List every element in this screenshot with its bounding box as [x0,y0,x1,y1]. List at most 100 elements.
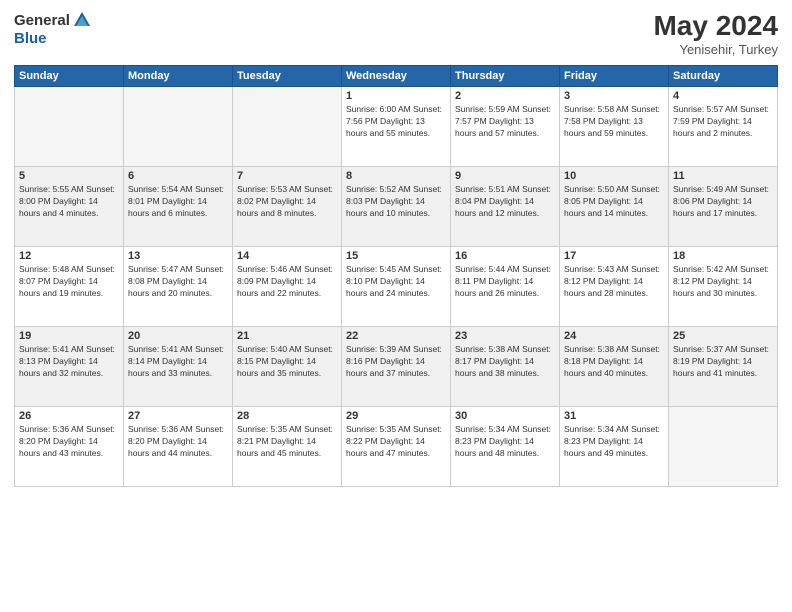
title-block: May 2024 Yenisehir, Turkey [653,10,778,57]
day-detail: Sunrise: 5:55 AM Sunset: 8:00 PM Dayligh… [19,184,119,220]
day-detail: Sunrise: 5:34 AM Sunset: 8:23 PM Dayligh… [455,424,555,460]
day-number: 15 [346,250,446,262]
header-thursday: Thursday [451,66,560,87]
day-cell-3-3: 22 Sunrise: 5:39 AM Sunset: 8:16 PM Dayli… [342,327,451,407]
day-cell-0-5: 3 Sunrise: 5:58 AM Sunset: 7:58 PM Daylig… [560,87,669,167]
day-number: 14 [237,250,337,262]
day-number: 7 [237,170,337,182]
day-number: 21 [237,330,337,342]
day-detail: Sunrise: 5:41 AM Sunset: 8:14 PM Dayligh… [128,344,228,380]
day-number: 20 [128,330,228,342]
header: General Blue May 2024 Yenisehir, Turkey [14,10,778,57]
day-cell-0-2 [233,87,342,167]
header-saturday: Saturday [669,66,778,87]
day-number: 9 [455,170,555,182]
day-number: 13 [128,250,228,262]
day-cell-2-5: 17 Sunrise: 5:43 AM Sunset: 8:12 PM Dayli… [560,247,669,327]
day-cell-3-2: 21 Sunrise: 5:40 AM Sunset: 8:15 PM Dayli… [233,327,342,407]
header-tuesday: Tuesday [233,66,342,87]
day-number: 27 [128,410,228,422]
day-detail: Sunrise: 5:37 AM Sunset: 8:19 PM Dayligh… [673,344,773,380]
day-detail: Sunrise: 5:58 AM Sunset: 7:58 PM Dayligh… [564,104,664,140]
week-row-2: 12 Sunrise: 5:48 AM Sunset: 8:07 PM Dayli… [15,247,778,327]
day-cell-1-3: 8 Sunrise: 5:52 AM Sunset: 8:03 PM Daylig… [342,167,451,247]
day-detail: Sunrise: 5:47 AM Sunset: 8:08 PM Dayligh… [128,264,228,300]
day-detail: Sunrise: 5:46 AM Sunset: 8:09 PM Dayligh… [237,264,337,300]
day-cell-0-6: 4Sunrise: 5:57 AM Sunset: 7:59 PM Daylig… [669,87,778,167]
day-number: 6 [128,170,228,182]
day-number: 17 [564,250,664,262]
day-number: 25 [673,330,773,342]
day-detail: Sunrise: 5:48 AM Sunset: 8:07 PM Dayligh… [19,264,119,300]
day-cell-4-2: 28Sunrise: 5:35 AM Sunset: 8:21 PM Dayli… [233,407,342,487]
day-detail: Sunrise: 5:40 AM Sunset: 8:15 PM Dayligh… [237,344,337,380]
day-number: 2 [455,90,555,102]
day-number: 5 [19,170,119,182]
day-cell-3-5: 24 Sunrise: 5:38 AM Sunset: 8:18 PM Dayli… [560,327,669,407]
day-cell-2-2: 14 Sunrise: 5:46 AM Sunset: 8:09 PM Dayli… [233,247,342,327]
day-number: 16 [455,250,555,262]
day-cell-1-5: 10 Sunrise: 5:50 AM Sunset: 8:05 PM Dayli… [560,167,669,247]
day-detail: Sunrise: 5:53 AM Sunset: 8:02 PM Dayligh… [237,184,337,220]
day-detail: Sunrise: 5:57 AM Sunset: 7:59 PM Dayligh… [673,104,773,140]
day-cell-3-1: 20 Sunrise: 5:41 AM Sunset: 8:14 PM Dayli… [124,327,233,407]
header-wednesday: Wednesday [342,66,451,87]
day-cell-4-5: 31 Sunrise: 5:34 AM Sunset: 8:23 PM Dayli… [560,407,669,487]
title-month: May 2024 [653,10,778,42]
week-row-3: 19 Sunrise: 5:41 AM Sunset: 8:13 PM Dayli… [15,327,778,407]
header-monday: Monday [124,66,233,87]
day-cell-1-2: 7 Sunrise: 5:53 AM Sunset: 8:02 PM Daylig… [233,167,342,247]
day-cell-2-0: 12 Sunrise: 5:48 AM Sunset: 8:07 PM Dayli… [15,247,124,327]
day-detail: Sunrise: 5:43 AM Sunset: 8:12 PM Dayligh… [564,264,664,300]
day-detail: Sunrise: 5:38 AM Sunset: 8:17 PM Dayligh… [455,344,555,380]
day-number: 23 [455,330,555,342]
day-detail: Sunrise: 5:44 AM Sunset: 8:11 PM Dayligh… [455,264,555,300]
day-cell-4-3: 29Sunrise: 5:35 AM Sunset: 8:22 PM Dayli… [342,407,451,487]
weekday-header-row: Sunday Monday Tuesday Wednesday Thursday… [15,66,778,87]
day-detail: Sunrise: 5:39 AM Sunset: 8:16 PM Dayligh… [346,344,446,380]
day-number: 30 [455,410,555,422]
day-detail: Sunrise: 5:50 AM Sunset: 8:05 PM Dayligh… [564,184,664,220]
day-detail: Sunrise: 5:59 AM Sunset: 7:57 PM Dayligh… [455,104,555,140]
day-number: 24 [564,330,664,342]
day-cell-4-6 [669,407,778,487]
day-detail: Sunrise: 5:52 AM Sunset: 8:03 PM Dayligh… [346,184,446,220]
day-cell-3-4: 23 Sunrise: 5:38 AM Sunset: 8:17 PM Dayli… [451,327,560,407]
day-cell-0-3: 1Sunrise: 6:00 AM Sunset: 7:56 PM Daylig… [342,87,451,167]
day-detail: Sunrise: 5:38 AM Sunset: 8:18 PM Dayligh… [564,344,664,380]
day-cell-4-1: 27Sunrise: 5:36 AM Sunset: 8:20 PM Dayli… [124,407,233,487]
day-cell-1-6: 11Sunrise: 5:49 AM Sunset: 8:06 PM Dayli… [669,167,778,247]
day-cell-1-0: 5 Sunrise: 5:55 AM Sunset: 8:00 PM Daylig… [15,167,124,247]
week-row-1: 5 Sunrise: 5:55 AM Sunset: 8:00 PM Daylig… [15,167,778,247]
day-cell-2-4: 16 Sunrise: 5:44 AM Sunset: 8:11 PM Dayli… [451,247,560,327]
page: General Blue May 2024 Yenisehir, Turkey … [0,0,792,612]
day-detail: Sunrise: 5:35 AM Sunset: 8:21 PM Dayligh… [237,424,337,460]
day-number: 3 [564,90,664,102]
day-number: 11 [673,170,773,182]
day-number: 19 [19,330,119,342]
day-detail: Sunrise: 5:34 AM Sunset: 8:23 PM Dayligh… [564,424,664,460]
day-number: 22 [346,330,446,342]
day-number: 10 [564,170,664,182]
logo-blue-text: Blue [14,30,47,47]
header-friday: Friday [560,66,669,87]
day-cell-3-6: 25 Sunrise: 5:37 AM Sunset: 8:19 PM Dayli… [669,327,778,407]
day-detail: Sunrise: 5:41 AM Sunset: 8:13 PM Dayligh… [19,344,119,380]
calendar: Sunday Monday Tuesday Wednesday Thursday… [14,65,778,487]
week-row-4: 26 Sunrise: 5:36 AM Sunset: 8:20 PM Dayli… [15,407,778,487]
day-number: 26 [19,410,119,422]
day-number: 18 [673,250,773,262]
day-cell-1-1: 6Sunrise: 5:54 AM Sunset: 8:01 PM Daylig… [124,167,233,247]
day-number: 31 [564,410,664,422]
day-cell-0-1 [124,87,233,167]
day-number: 29 [346,410,446,422]
day-number: 1 [346,90,446,102]
title-location: Yenisehir, Turkey [653,42,778,57]
week-row-0: 1Sunrise: 6:00 AM Sunset: 7:56 PM Daylig… [15,87,778,167]
logo-icon [72,10,92,30]
day-detail: Sunrise: 5:51 AM Sunset: 8:04 PM Dayligh… [455,184,555,220]
day-detail: Sunrise: 5:36 AM Sunset: 8:20 PM Dayligh… [19,424,119,460]
logo-general-text: General [14,12,70,29]
day-number: 8 [346,170,446,182]
day-number: 12 [19,250,119,262]
